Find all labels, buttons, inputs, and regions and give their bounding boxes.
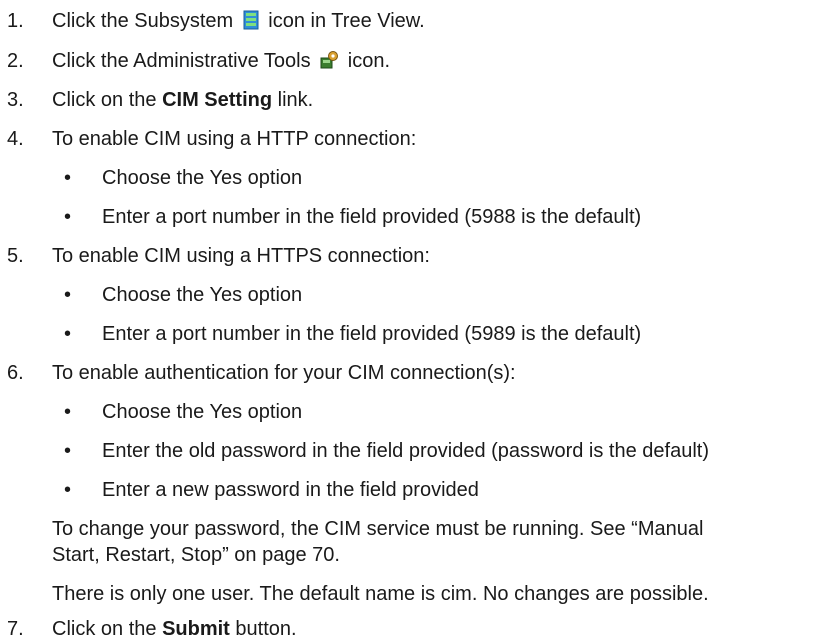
note-text: There is only one user. The default name… <box>52 583 709 605</box>
bullet: • <box>64 440 72 462</box>
bullet-text: Enter a port number in the field provide… <box>102 206 642 228</box>
bullet-text: Choose the Yes option <box>102 284 303 306</box>
step-number: 4. <box>7 128 24 150</box>
bullet-text: Enter a new password in the field provid… <box>102 479 479 501</box>
bullet: • <box>64 284 72 306</box>
step-number: 5. <box>7 245 24 267</box>
cim-setting-link-name: CIM Setting <box>162 89 273 111</box>
step-text: Click on the <box>52 618 157 640</box>
bullet-text: Enter a port number in the field provide… <box>102 323 642 345</box>
step-text: Click the Administrative Tools <box>52 50 311 72</box>
step-text: To enable authentication for your CIM co… <box>52 362 516 384</box>
step-text-after: icon. <box>347 50 390 72</box>
step-number: 1. <box>7 10 24 32</box>
step-number: 7. <box>7 618 24 640</box>
bullet-text: Enter the old password in the field prov… <box>102 440 710 462</box>
step-text: Click the Subsystem <box>52 10 234 32</box>
step-text-after: icon in Tree View. <box>268 10 425 32</box>
step-text-after: link. <box>277 89 314 111</box>
step-text-after: button. <box>235 618 297 640</box>
subsystem-icon <box>242 10 260 36</box>
note-text: To change your password, the CIM service… <box>52 518 704 540</box>
bullet: • <box>64 167 72 189</box>
bullet: • <box>64 206 72 228</box>
step-text: To enable CIM using a HTTPS connection: <box>52 245 430 267</box>
bullet: • <box>64 401 72 423</box>
step-number: 6. <box>7 362 24 384</box>
step-text: Click on the <box>52 89 157 111</box>
note-text: Start, Restart, Stop” on page 70. <box>52 544 340 566</box>
step-number: 2. <box>7 50 24 72</box>
bullet-text: Choose the Yes option <box>102 401 303 423</box>
submit-button-name: Submit <box>162 618 230 640</box>
bullet: • <box>64 323 72 345</box>
bullet: • <box>64 479 72 501</box>
step-number: 3. <box>7 89 24 111</box>
bullet-text: Choose the Yes option <box>102 167 303 189</box>
step-text: To enable CIM using a HTTP connection: <box>52 128 417 150</box>
administrative-tools-icon <box>319 50 339 76</box>
